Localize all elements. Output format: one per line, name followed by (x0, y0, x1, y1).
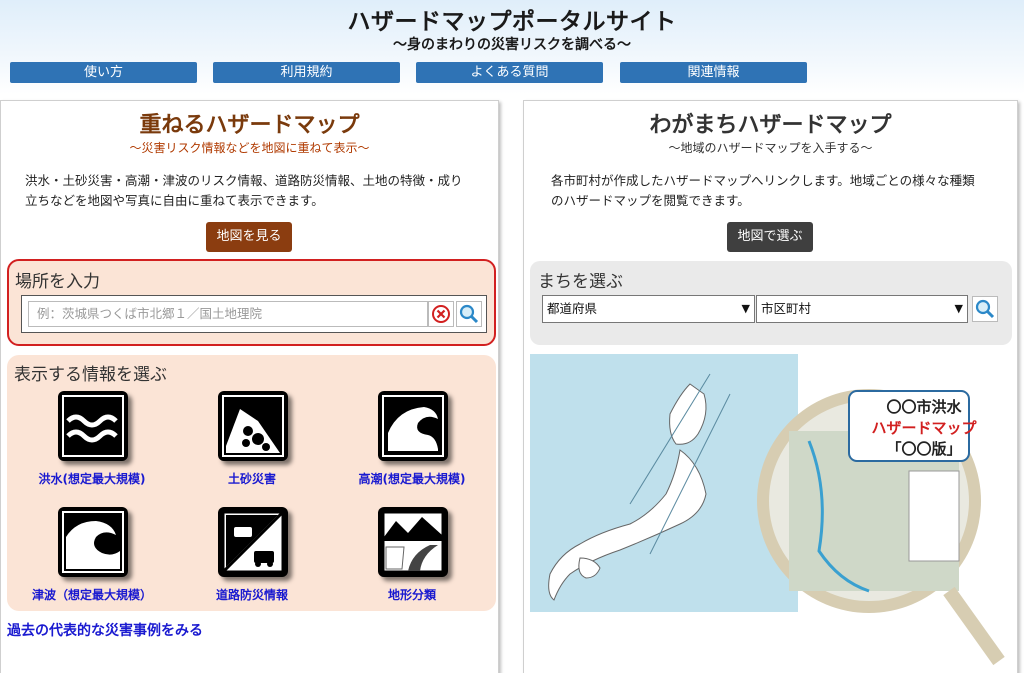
search-button[interactable] (456, 301, 482, 327)
tsunami-icon[interactable] (58, 507, 128, 577)
nav-usage-button[interactable]: 使い方 (10, 62, 197, 83)
nav-terms-button[interactable]: 利用規約 (213, 62, 400, 83)
description-line: 洪水・土砂災害・高潮・津波のリスク情報、道路防災情報、土地の特徴・成り (25, 173, 463, 188)
site-header: ハザードマップポータルサイト 〜身のまわりの災害リスクを調べる〜 使い方 利用規… (0, 0, 1024, 94)
city-select[interactable]: 市区町村 ▼ (756, 295, 968, 323)
landslide-icon[interactable] (218, 391, 288, 461)
flood-item[interactable]: 洪水(想定最大規模) (17, 391, 167, 501)
info-select-section: 表示する情報を選ぶ 洪水(想定最大規模) 土砂災害 高潮(想定最大規模) 津波（… (7, 355, 496, 611)
info-select-label: 表示する情報を選ぶ (14, 365, 167, 385)
town-select-section: まちを選ぶ 都道府県 ▼ 市区町村 ▼ (530, 261, 1012, 345)
overlay-panel-description: 洪水・土砂災害・高潮・津波のリスク情報、道路防災情報、土地の特徴・成り 立ちなど… (25, 171, 485, 211)
land-classification-item[interactable]: 地形分類 (337, 507, 487, 617)
description-line: 各市町村が作成したハザードマップへリンクします。地域ごとの様々な種類 (551, 173, 975, 188)
site-subtitle: 〜身のまわりの災害リスクを調べる〜 (393, 37, 631, 53)
place-search-input[interactable]: 例：茨城県つくば市北郷１／国土地理院 (28, 301, 428, 327)
clear-button[interactable] (428, 301, 454, 327)
site-title: ハザードマップポータルサイト (347, 9, 677, 35)
sample-map-title: ハザードマップ (871, 419, 977, 437)
land-classification-icon[interactable] (378, 507, 448, 577)
nav-related-button[interactable]: 関連情報 (620, 62, 807, 83)
sample-map-title: 〇〇市洪水 (886, 398, 962, 416)
road-disaster-item[interactable]: 道路防災情報 (177, 507, 327, 617)
nav-faq-button[interactable]: よくある質問 (416, 62, 603, 83)
description-line: のハザードマップを閲覧できます。 (551, 193, 750, 208)
overlay-panel-title: 重ねるハザードマップ (139, 113, 360, 138)
overlay-hazard-panel: 重ねるハザードマップ 〜災害リスク情報などを地図に重ねて表示〜 洪水・土砂災害・… (0, 100, 499, 673)
chevron-down-icon: ▼ (954, 302, 963, 315)
place-input-section: 場所を入力 例：茨城県つくば市北郷１／国土地理院 (7, 259, 496, 346)
storm-surge-item[interactable]: 高潮(想定最大規模) (337, 391, 487, 501)
overlay-panel-subtitle: 〜災害リスク情報などを地図に重ねて表示〜 (129, 141, 370, 155)
description-line: 立ちなどを地図や写真に自由に重ねて表示できます。 (25, 193, 324, 208)
search-icon (975, 299, 995, 319)
landslide-item[interactable]: 土砂災害 (177, 391, 327, 501)
select-on-map-button[interactable]: 地図で選ぶ (727, 222, 813, 252)
local-panel-subtitle: 〜地域のハザードマップを入手する〜 (668, 141, 873, 155)
search-bar: 例：茨城県つくば市北郷１／国土地理院 (21, 295, 487, 333)
prefecture-select[interactable]: 都道府県 ▼ (542, 295, 755, 323)
chevron-down-icon: ▼ (741, 302, 750, 315)
search-icon (459, 304, 479, 324)
local-panel-title: わがまちハザードマップ (649, 113, 892, 138)
prefecture-select-value: 都道府県 (547, 301, 598, 316)
place-input-label: 場所を入力 (15, 272, 100, 292)
town-search-button[interactable] (972, 296, 998, 322)
local-panel-description: 各市町村が作成したハザードマップへリンクします。地域ごとの様々な種類 のハザード… (551, 171, 991, 211)
clear-icon (432, 305, 450, 323)
road-disaster-icon[interactable] (218, 507, 288, 577)
city-select-value: 市区町村 (761, 301, 812, 316)
past-disaster-link[interactable]: 過去の代表的な災害事例をみる (7, 620, 203, 640)
sample-map-title: 「〇〇版」 (886, 440, 962, 458)
local-hazard-panel: わがまちハザードマップ 〜地域のハザードマップを入手する〜 各市町村が作成したハ… (523, 100, 1018, 673)
land-classification-label[interactable]: 地形分類 (317, 586, 507, 603)
storm-surge-icon[interactable] (378, 391, 448, 461)
tsunami-item[interactable]: 津波（想定最大規模） (17, 507, 167, 617)
town-select-label: まちを選ぶ (538, 272, 623, 292)
storm-surge-label[interactable]: 高潮(想定最大規模) (317, 470, 507, 487)
view-map-button[interactable]: 地図を見る (206, 222, 292, 252)
sample-map-caption: 〇〇市洪水 ハザードマップ 「〇〇版」 (859, 396, 989, 459)
flood-icon[interactable] (58, 391, 128, 461)
